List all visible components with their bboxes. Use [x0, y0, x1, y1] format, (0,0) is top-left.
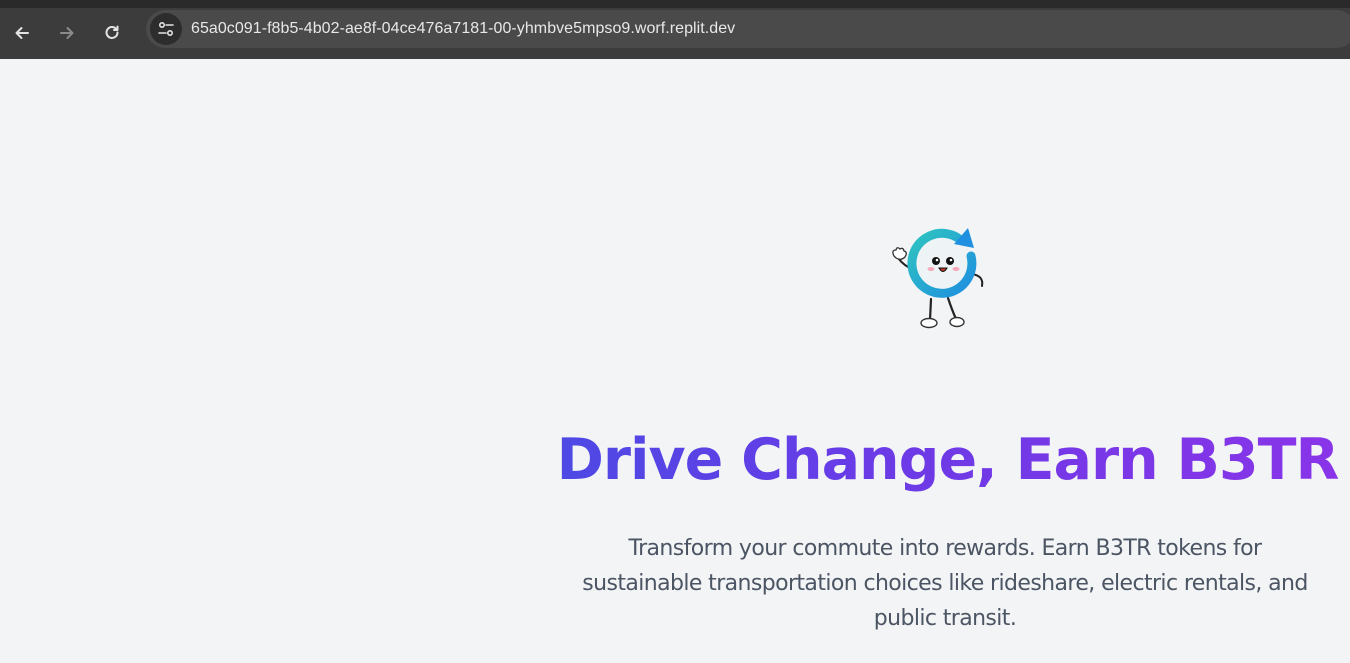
hero-title-text: Drive Change, Earn B3TR	[556, 427, 1339, 493]
address-bar[interactable]: 65a0c091-f8b5-4b02-ae8f-04ce476a7181-00-…	[146, 10, 1350, 48]
reload-icon	[105, 25, 119, 39]
page-content: Drive Change, Earn B3TR Transform your c…	[0, 59, 1350, 663]
hero-title: Drive Change, Earn B3TR	[0, 427, 1350, 493]
site-info-button[interactable]	[150, 13, 182, 45]
tune-icon	[158, 21, 174, 37]
forward-button[interactable]	[50, 16, 84, 50]
recycle-mascot-icon	[892, 228, 984, 329]
reload-button[interactable]	[95, 16, 129, 50]
arrow-right-icon	[60, 27, 74, 39]
arrow-left-icon	[15, 27, 29, 39]
url-text[interactable]: 65a0c091-f8b5-4b02-ae8f-04ce476a7181-00-…	[191, 20, 735, 38]
hero-subtitle: Transform your commute into rewards. Ear…	[582, 536, 1308, 631]
browser-toolbar: 65a0c091-f8b5-4b02-ae8f-04ce476a7181-00-…	[0, 0, 1350, 59]
back-button[interactable]	[5, 16, 39, 50]
